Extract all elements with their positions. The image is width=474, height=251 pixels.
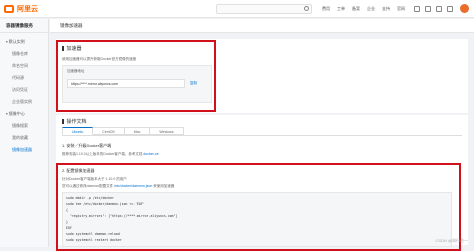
brand-name: 阿里云 [17,4,38,14]
main-content: 镜像加速器 加速器 使用加速器可以提升获取Docker官方镜像的速度 加速器地址… [50,19,474,247]
sidebar-item-namespaces[interactable]: 命名空间 [0,57,48,69]
sidebar: 容器镜像服务 默认实例 镜像仓库 命名空间 代码源 访问凭证 企业版实例 镜像中… [0,19,49,247]
docs-section-title: 操作文档 [62,118,87,125]
configure-step-line1: 针对Docker客户端版本大于 1.10.0 的用户 [62,177,127,182]
help-icon[interactable] [436,6,442,12]
top-nav-tickets[interactable]: 工单 [337,6,345,12]
top-nav: 费用 工单 备案 企业 支持 官网 [322,6,412,12]
daemon-json-path: /etc/docker/daemon.json [114,184,152,188]
notification-icon[interactable] [414,6,420,12]
tabs-divider [62,135,462,136]
tab-centos[interactable]: CentOS [93,127,124,135]
docs-title-text: 操作文档 [67,118,87,125]
code-line: sudo mkdir -p /etc/docker [66,196,114,200]
sidebar-item-favorites[interactable]: 我的收藏 [0,129,48,141]
sidebar-item-accelerator[interactable]: 镜像加速器 [0,141,48,153]
page-header: 镜像加速器 [50,19,474,33]
brand-logo[interactable]: 阿里云 [4,4,52,14]
code-line: sudo systemctl restart docker [66,238,122,242]
search-icon[interactable] [304,6,309,11]
sidebar-group-default-instance[interactable]: 默认实例 [0,33,48,45]
aliyun-logo-icon [4,5,14,13]
configure-line2-tail: 来使用加速器 [153,184,174,188]
language-icon[interactable] [447,6,453,12]
sidebar-item-image-search[interactable]: 镜像搜索 [0,117,48,129]
global-search-input[interactable] [216,4,312,14]
section-marker [62,46,64,51]
tab-mac[interactable]: Mac [125,127,151,135]
top-nav-fees[interactable]: 费用 [322,6,330,12]
sidebar-group-image-center[interactable]: 镜像中心 [0,105,48,117]
accelerator-title-text: 加速器 [67,45,82,52]
code-line: } [66,220,68,224]
configure-step-line2: 您可以通过修改daemon配置文件 /etc/docker/daemon.jso… [62,184,174,189]
top-nav-website[interactable]: 官网 [397,6,405,12]
code-line: { [66,208,68,212]
accelerator-section-title: 加速器 [62,45,82,52]
accelerator-address-field[interactable]: https://****.mirror.aliyuncs.com [67,79,185,88]
section-marker [62,119,64,124]
sidebar-title: 容器镜像服务 [0,19,48,33]
top-nav-enterprise[interactable]: 企业 [367,6,375,12]
code-line: "registry-mirrors": ["https://****.mirro… [66,214,177,218]
code-line: sudo systemctl daemon-reload [66,232,120,236]
tab-windows[interactable]: Windows [150,127,183,135]
watermark: CSDN @知行合一 [435,238,468,244]
sidebar-item-code-source[interactable]: 代码源 [0,69,48,81]
install-step-text: 推荐安装1.10.0以上版本的Docker客户端，参考文档 docker-ce [62,152,159,157]
sidebar-item-enterprise[interactable]: 企业版实例 [0,93,48,105]
tab-ubuntu[interactable]: Ubuntu [62,127,93,135]
configure-step-title: 2. 配置镜像加速器 [62,168,94,174]
install-step-desc: 推荐安装1.10.0以上版本的Docker客户端，参考文档 [62,152,142,156]
code-line: sudo tee /etc/docker/daemon.json <<-'EOF… [66,202,145,206]
configure-line2-text: 您可以通过修改daemon配置文件 [62,184,113,188]
user-avatar[interactable] [460,4,469,13]
accelerator-address-label: 加速器地址 [67,69,85,74]
top-icons [414,4,469,13]
top-nav-icp[interactable]: 备案 [352,6,360,12]
top-bar: 阿里云 费用 工单 备案 企业 支持 官网 [0,0,474,18]
os-tabs: Ubuntu CentOS Mac Windows [62,127,184,135]
top-nav-support[interactable]: 支持 [382,6,390,12]
accelerator-description: 使用加速器可以提升获取Docker官方镜像的速度 [62,57,136,62]
code-line: EOF [66,226,72,230]
copy-address-button[interactable]: 复制 [190,81,197,86]
install-step-title: 1. 安装／升级Docker客户端 [62,143,111,149]
install-doc-link[interactable]: docker-ce [143,152,158,156]
page-title: 镜像加速器 [60,23,83,29]
sidebar-item-repositories[interactable]: 镜像仓库 [0,45,48,57]
cart-icon[interactable] [425,6,431,12]
sidebar-item-credentials[interactable]: 访问凭证 [0,81,48,93]
